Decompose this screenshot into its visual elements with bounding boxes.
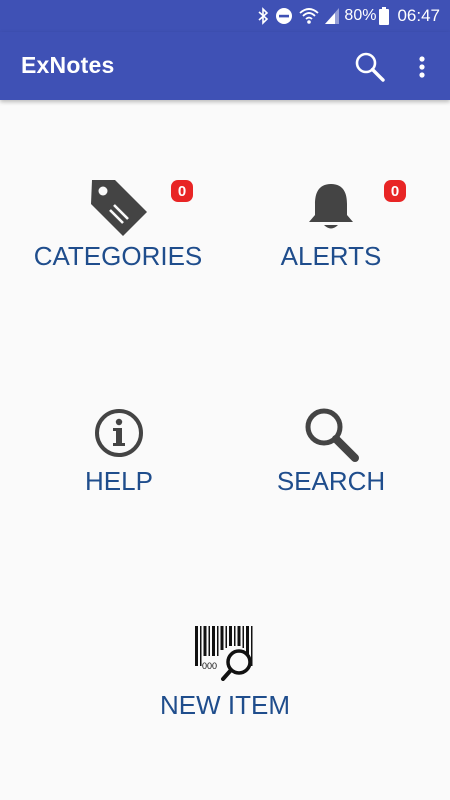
help-label: HELP: [85, 466, 153, 496]
bluetooth-icon: [257, 7, 269, 25]
clock: 06:47: [397, 6, 440, 25]
barcode-search-icon: 000: [193, 625, 259, 686]
alerts-badge: 0: [384, 180, 406, 202]
barcode-digits: 000: [202, 661, 217, 671]
categories-label: CATEGORIES: [33, 241, 203, 271]
info-icon: [94, 408, 144, 463]
battery-icon: [379, 7, 390, 25]
battery-percent: 80%: [344, 7, 377, 24]
overflow-menu-icon[interactable]: [412, 52, 432, 82]
categories-tile[interactable]: 0 CATEGORIES: [28, 170, 208, 280]
bell-icon: [306, 182, 356, 237]
magnifier-icon: [302, 405, 360, 468]
help-tile[interactable]: HELP: [54, 405, 184, 505]
new-item-tile[interactable]: 000 NEW ITEM: [140, 622, 310, 727]
alerts-label: ALERTS: [280, 241, 382, 271]
do-not-disturb-icon: [275, 7, 293, 25]
app-title: ExNotes: [21, 52, 115, 78]
search-label: SEARCH: [276, 466, 386, 496]
alerts-tile[interactable]: 0 ALERTS: [251, 170, 411, 280]
signal-icon: [325, 8, 340, 24]
status-bar: 80% 06:47: [0, 0, 450, 32]
new-item-label: NEW ITEM: [160, 690, 290, 720]
search-tile[interactable]: SEARCH: [266, 405, 396, 505]
wifi-icon: [299, 7, 320, 25]
app-bar: ExNotes: [0, 32, 450, 100]
search-icon[interactable]: [354, 51, 386, 83]
categories-badge: 0: [171, 180, 193, 202]
tag-icon: [88, 177, 150, 244]
